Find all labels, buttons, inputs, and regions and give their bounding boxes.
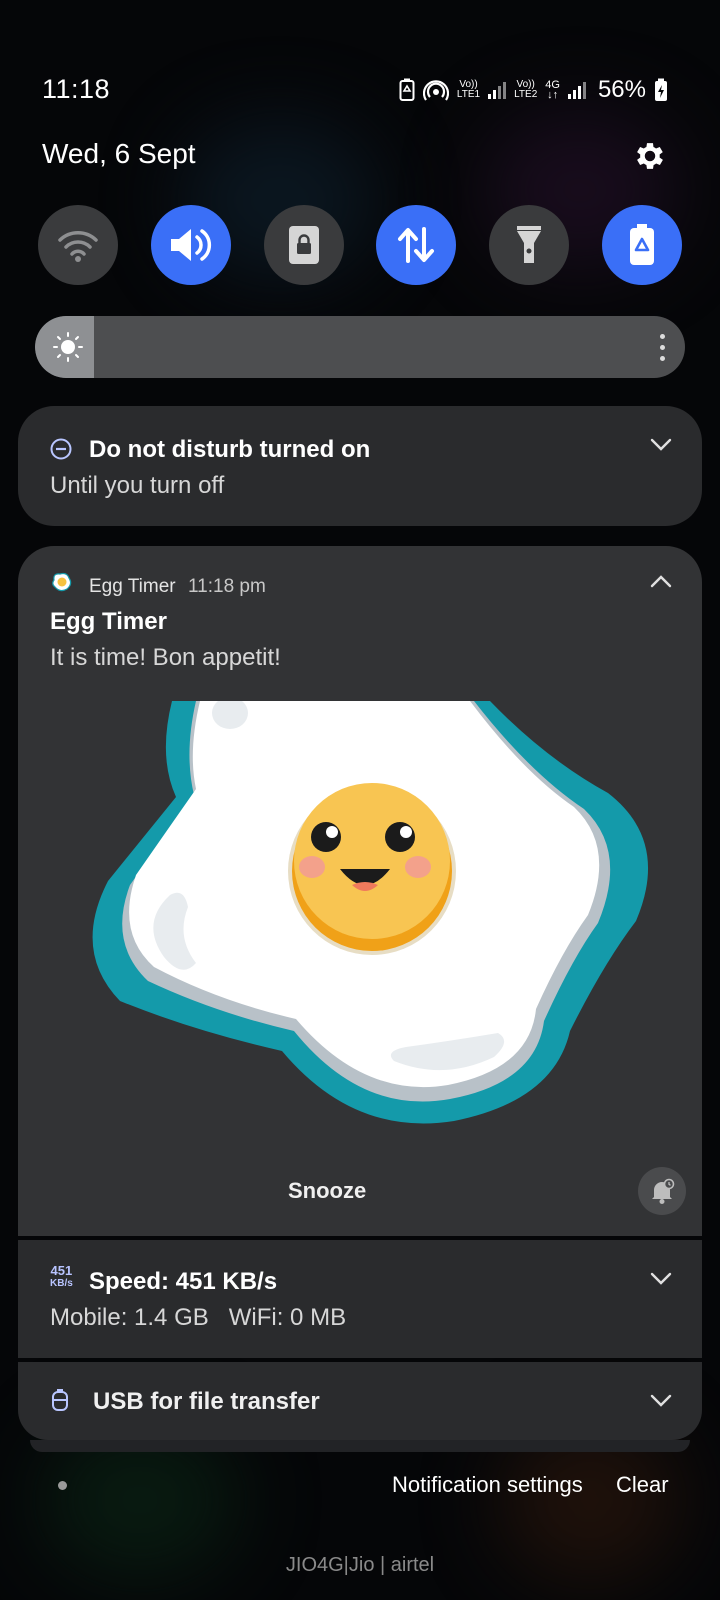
gear-icon[interactable] — [632, 138, 668, 174]
sun-icon — [53, 332, 83, 362]
bell-snooze-icon — [652, 1178, 675, 1204]
chevron-down-icon[interactable] — [650, 1394, 672, 1408]
dnd-notification[interactable]: Do not disturb turned on Until you turn … — [18, 406, 702, 526]
status-time: 11:18 — [42, 74, 111, 104]
dnd-subtitle: Until you turn off — [50, 472, 225, 499]
clear-button[interactable]: Clear — [616, 1472, 669, 1498]
sim1-network: Vo)) LTE1 — [457, 80, 480, 100]
status-bar: 11:18 Vo)) LTE1 Vo)) LTE2 4G ↓↑ 56% — [0, 60, 720, 120]
stacked-notification-edge — [30, 1440, 690, 1452]
speed-icon: 451 KB/s — [50, 1264, 73, 1290]
screen-lock-icon — [288, 226, 319, 264]
date-label[interactable]: Wed, 6 Sept — [42, 138, 196, 170]
snooze-bell-button[interactable] — [638, 1167, 686, 1215]
power-saving-tile[interactable] — [601, 205, 682, 285]
notification-title: Egg Timer — [50, 608, 167, 635]
screen-lock-tile[interactable] — [263, 205, 344, 285]
notification-app-name: Egg Timer — [89, 576, 176, 597]
mobile-data-icon — [398, 227, 435, 263]
dnd-icon — [50, 438, 72, 460]
speed-subtitle: Mobile: 1.4 GB WiFi: 0 MB — [50, 1304, 347, 1331]
flashlight-icon — [517, 226, 542, 263]
signal-icon — [567, 81, 586, 99]
mobile-data-tile[interactable] — [376, 205, 457, 285]
speed-notification[interactable]: 451 KB/s Speed: 451 KB/s Mobile: 1.4 GB … — [18, 1240, 702, 1358]
notification-footer: Notification settings Clear — [0, 1462, 720, 1512]
sound-tile[interactable] — [150, 205, 231, 285]
status-icons: Vo)) LTE1 Vo)) LTE2 4G ↓↑ 56% — [399, 74, 668, 106]
sim2-network: Vo)) LTE2 — [514, 80, 537, 100]
signal-icon — [488, 81, 507, 99]
charging-battery-icon — [655, 78, 667, 101]
snooze-button[interactable]: Snooze — [288, 1178, 366, 1204]
sim2-data-type: 4G ↓↑ — [545, 80, 560, 101]
dnd-title: Do not disturb turned on — [89, 436, 371, 463]
wifi-icon — [58, 231, 98, 262]
speed-icon-value: 451 — [50, 1263, 73, 1278]
sound-icon — [170, 229, 211, 261]
notification-time: 11:18 pm — [188, 576, 266, 597]
notification-text: It is time! Bon appetit! — [50, 644, 281, 671]
usb-title: USB for file transfer — [93, 1388, 320, 1415]
hotspot-icon — [422, 80, 449, 101]
speed-icon-unit: KB/s — [50, 1278, 73, 1289]
chevron-down-icon[interactable] — [650, 1272, 672, 1286]
chevron-down-icon[interactable] — [650, 438, 672, 452]
wifi-tile[interactable] — [38, 205, 118, 285]
page-indicator-dot — [58, 1481, 67, 1490]
battery-percent: 56% — [597, 76, 646, 103]
speed-title: Speed: 451 KB/s — [89, 1268, 278, 1295]
flashlight-tile[interactable] — [489, 205, 570, 285]
egg-timer-notification[interactable]: Egg Timer 11:18 pm Egg Timer It is time!… — [18, 546, 702, 1236]
power-saving-icon — [629, 224, 654, 265]
carrier-label: JIO4G|Jio | airtel — [285, 1554, 435, 1576]
more-options-icon[interactable] — [660, 334, 665, 361]
data-arrows-icon: ↓↑ — [547, 89, 559, 101]
notification-settings-button[interactable]: Notification settings — [392, 1472, 583, 1498]
quick-settings-tiles — [38, 205, 682, 285]
brightness-slider[interactable] — [35, 316, 685, 378]
egg-timer-app-icon — [52, 572, 72, 592]
usb-icon — [52, 1389, 68, 1411]
chevron-up-icon[interactable] — [650, 574, 672, 588]
sim2-label: LTE2 — [514, 89, 538, 100]
fried-egg-image — [84, 701, 664, 1141]
battery-saver-icon — [399, 78, 415, 101]
sim1-label: LTE1 — [456, 89, 481, 100]
usb-notification[interactable]: USB for file transfer — [18, 1362, 702, 1440]
